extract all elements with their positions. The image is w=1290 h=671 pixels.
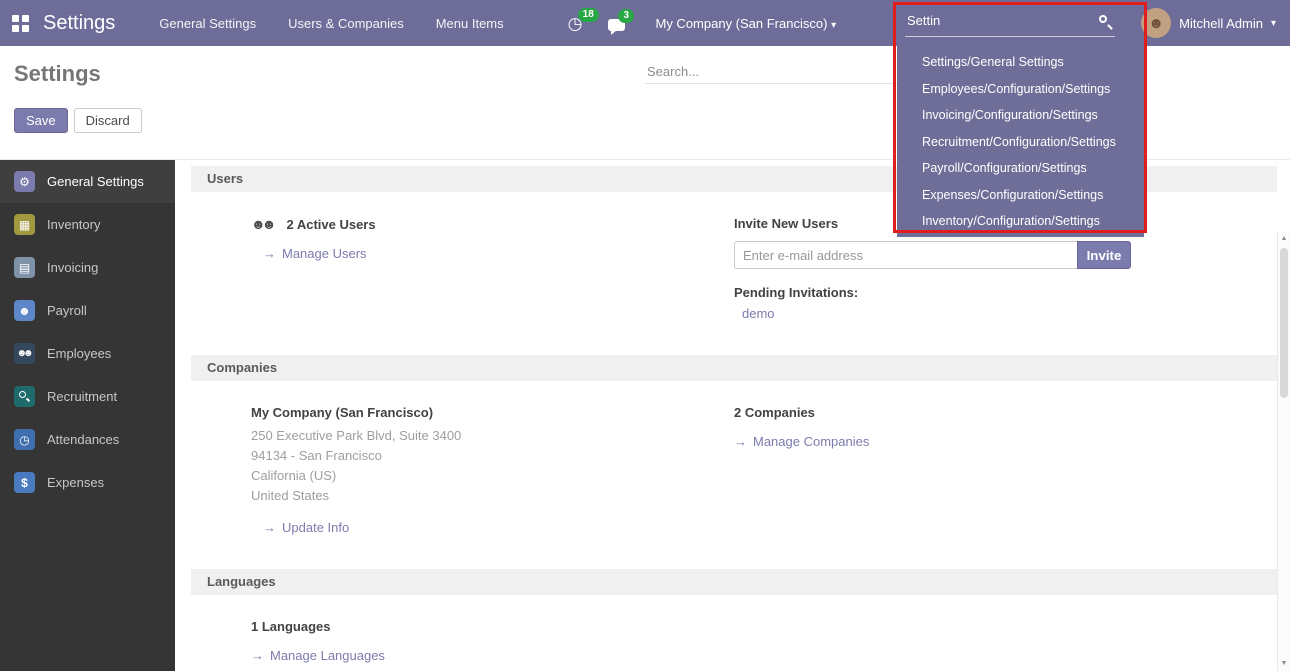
chevron-down-icon: ▾ — [831, 20, 836, 31]
sidebar-item-label: Recruitment — [47, 389, 117, 404]
arrow-right-icon: → — [263, 246, 276, 261]
companies-section: Companies My Company (San Francisco) 250… — [191, 355, 1277, 563]
sidebar-item-inventory[interactable]: ▦ Inventory — [0, 203, 175, 246]
pending-invitations-label: Pending Invitations: — [734, 285, 1277, 300]
languages-count: 1 Languages — [251, 619, 734, 634]
company-switcher[interactable]: My Company (San Francisco) ▾ — [655, 16, 836, 31]
user-name: Mitchell Admin — [1179, 16, 1263, 31]
page-title: Settings — [14, 61, 101, 87]
apps-grid-icon[interactable] — [12, 15, 29, 32]
gear-icon: ⚙ — [14, 171, 35, 192]
sidebar-item-label: Attendances — [47, 432, 119, 447]
scrollbar-thumb[interactable] — [1280, 248, 1288, 398]
company-address-line: 250 Executive Park Blvd, Suite 3400 — [251, 426, 734, 446]
languages-section: Languages 1 Languages →Manage Languages — [191, 569, 1277, 671]
settings-sidebar: ⚙ General Settings ▦ Inventory ▤ Invoici… — [0, 160, 175, 671]
navbar-systray: ◷ 18 3 — [568, 15, 626, 32]
menu-users-companies[interactable]: Users & Companies — [288, 16, 404, 31]
vertical-scrollbar[interactable]: ▲ ▼ — [1277, 232, 1290, 671]
payroll-person-icon: ☻ — [14, 300, 35, 321]
company-switcher-label: My Company (San Francisco) — [655, 16, 827, 31]
pending-user-link[interactable]: demo — [742, 306, 1277, 321]
chevron-down-icon: ▾ — [1271, 18, 1276, 29]
attendance-clock-icon: ◷ — [14, 429, 35, 450]
company-name: My Company (San Francisco) — [251, 405, 734, 420]
users-group-icon: ☻☻ — [251, 216, 276, 232]
active-users-count: 2 Active Users — [286, 217, 375, 232]
form-buttons: Save Discard — [14, 108, 142, 133]
invite-email-input[interactable] — [734, 241, 1077, 269]
search-suggestion[interactable]: Employees/Configuration/Settings — [897, 76, 1144, 103]
sidebar-item-label: General Settings — [47, 174, 144, 189]
search-suggestions-dropdown: Settings/General Settings Employees/Conf… — [897, 46, 1144, 237]
employees-group-icon: ☻☻ — [14, 343, 35, 364]
user-menu[interactable]: ☻ Mitchell Admin ▾ — [1141, 8, 1276, 38]
messages-menu[interactable]: 3 — [608, 16, 625, 31]
settings-content: Users ☻☻ 2 Active Users →Manage Users In… — [175, 160, 1277, 671]
search-icon[interactable] — [1099, 15, 1107, 23]
navbar-search-field — [905, 7, 1115, 37]
sidebar-item-label: Inventory — [47, 217, 100, 232]
companies-count: 2 Companies — [734, 405, 1277, 420]
navbar-menu: General Settings Users & Companies Menu … — [159, 16, 503, 31]
manage-users-link[interactable]: →Manage Users — [263, 246, 367, 261]
discard-button[interactable]: Discard — [74, 108, 142, 133]
sidebar-item-payroll[interactable]: ☻ Payroll — [0, 289, 175, 332]
search-suggestion[interactable]: Settings/General Settings — [897, 49, 1144, 76]
messages-badge: 3 — [618, 9, 634, 23]
menu-menu-items[interactable]: Menu Items — [436, 16, 504, 31]
manage-languages-link[interactable]: →Manage Languages — [251, 648, 385, 663]
search-suggestion[interactable]: Expenses/Configuration/Settings — [897, 182, 1144, 209]
languages-section-header: Languages — [191, 569, 1277, 595]
sidebar-item-label: Invoicing — [47, 260, 98, 275]
scroll-up-arrow-icon[interactable]: ▲ — [1278, 232, 1290, 246]
manage-companies-link[interactable]: →Manage Companies — [734, 434, 869, 449]
sidebar-item-employees[interactable]: ☻☻ Employees — [0, 332, 175, 375]
search-suggestion[interactable]: Inventory/Configuration/Settings — [897, 208, 1144, 235]
sidebar-item-general-settings[interactable]: ⚙ General Settings — [0, 160, 175, 203]
arrow-right-icon: → — [263, 520, 276, 535]
sidebar-item-attendances[interactable]: ◷ Attendances — [0, 418, 175, 461]
company-address-line: United States — [251, 486, 734, 506]
inventory-icon: ▦ — [14, 214, 35, 235]
invoice-document-icon: ▤ — [14, 257, 35, 278]
activity-badge: 18 — [578, 8, 599, 22]
expenses-dollar-icon: $ — [14, 472, 35, 493]
company-address-line: 94134 - San Francisco — [251, 446, 734, 466]
app-title: Settings — [43, 12, 115, 35]
sidebar-item-expenses[interactable]: $ Expenses — [0, 461, 175, 504]
search-suggestion[interactable]: Invoicing/Configuration/Settings — [897, 102, 1144, 129]
avatar: ☻ — [1141, 8, 1171, 38]
sidebar-item-invoicing[interactable]: ▤ Invoicing — [0, 246, 175, 289]
search-suggestion[interactable]: Recruitment/Configuration/Settings — [897, 129, 1144, 156]
sidebar-item-label: Employees — [47, 346, 111, 361]
navbar-search-input[interactable] — [905, 7, 1085, 28]
arrow-right-icon: → — [734, 434, 747, 449]
companies-section-header: Companies — [191, 355, 1277, 381]
sidebar-item-label: Payroll — [47, 303, 87, 318]
activity-menu[interactable]: ◷ 18 — [568, 15, 583, 32]
company-address-line: California (US) — [251, 466, 734, 486]
sidebar-item-label: Expenses — [47, 475, 104, 490]
scroll-down-arrow-icon[interactable]: ▼ — [1278, 657, 1290, 671]
odoo-settings-screen: Settings General Settings Users & Compan… — [0, 0, 1290, 671]
sidebar-item-recruitment[interactable]: Recruitment — [0, 375, 175, 418]
arrow-right-icon: → — [251, 648, 264, 663]
invite-button[interactable]: Invite — [1077, 241, 1131, 269]
save-button[interactable]: Save — [14, 108, 68, 133]
invite-group: Invite — [734, 241, 1131, 269]
update-info-link[interactable]: →Update Info — [263, 520, 349, 535]
magnifier-icon — [14, 386, 35, 407]
menu-general-settings[interactable]: General Settings — [159, 16, 256, 31]
search-suggestion[interactable]: Payroll/Configuration/Settings — [897, 155, 1144, 182]
